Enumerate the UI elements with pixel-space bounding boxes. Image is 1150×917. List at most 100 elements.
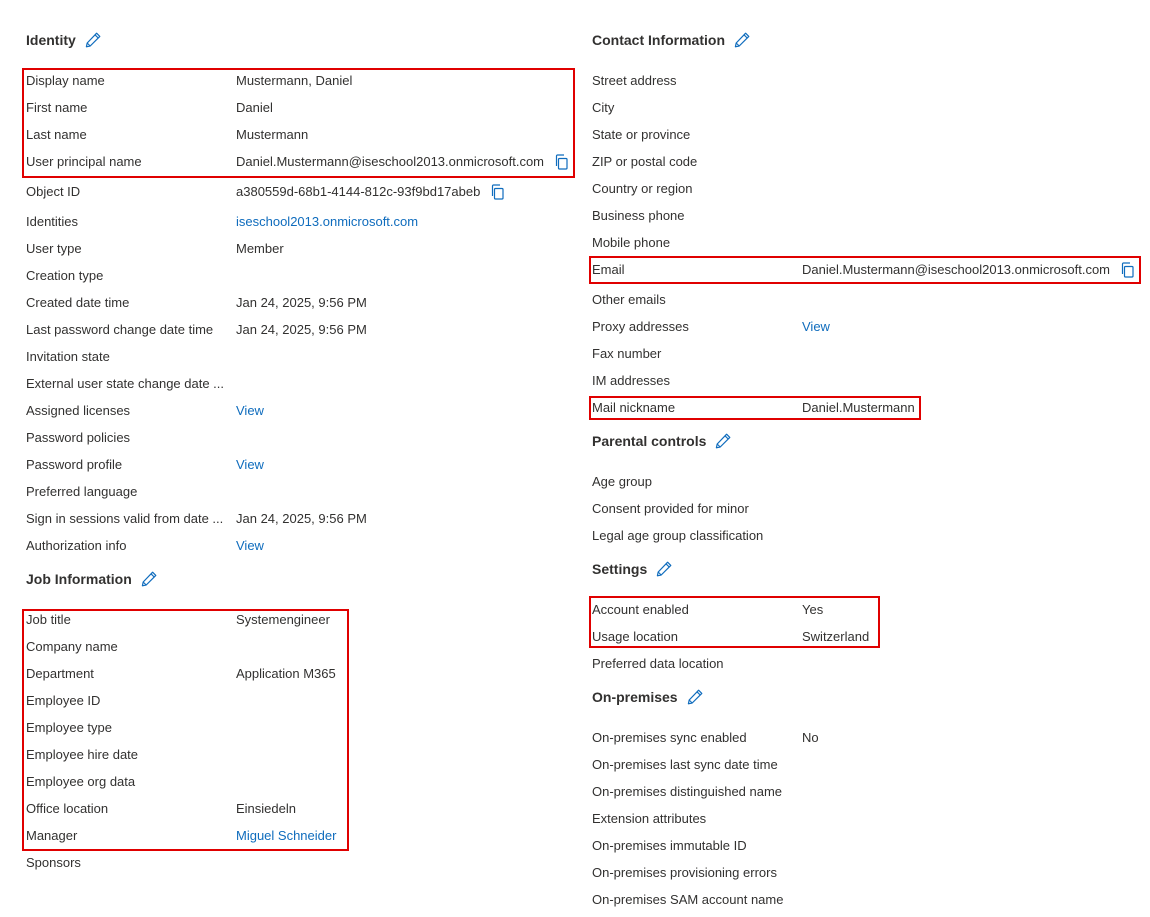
field-label: Last password change date time — [26, 322, 214, 337]
field-label: Usage location — [592, 629, 678, 644]
field-value: Jan 24, 2025, 9:56 PM — [236, 322, 367, 337]
field-label: Age group — [592, 474, 652, 489]
field-label: Preferred language — [26, 484, 138, 499]
parental-section-title: Parental controls — [592, 432, 732, 450]
authorization-info-view-link[interactable]: View — [236, 532, 264, 559]
field-label: Employee ID — [26, 693, 101, 708]
field-label: Country or region — [592, 181, 693, 196]
upn-text: Daniel.Mustermann@iseschool2013.onmicros… — [236, 154, 545, 169]
field-label: Sponsors — [26, 855, 81, 870]
field-label: Identities — [26, 214, 79, 229]
settings-section-title: Settings — [592, 560, 673, 578]
field-value: Application M365 — [236, 666, 336, 681]
field-label: Created date time — [26, 295, 130, 310]
email-text: Daniel.Mustermann@iseschool2013.onmicros… — [802, 262, 1111, 277]
field-label: User type — [26, 241, 82, 256]
field-label: Employee org data — [26, 774, 136, 789]
field-label: IM addresses — [592, 373, 671, 388]
field-value: Daniel — [236, 100, 273, 115]
field-label: Password policies — [26, 430, 131, 445]
field-label: Object ID — [26, 184, 81, 199]
field-value: Mustermann — [236, 127, 309, 142]
parental-title: Parental controls — [592, 433, 707, 449]
copy-upn-copy-icon[interactable] — [554, 154, 568, 170]
field-label: Display name — [26, 73, 105, 88]
field-label: Department — [26, 666, 94, 681]
field-label: Company name — [26, 639, 118, 654]
proxy-addresses-view-link[interactable]: View — [802, 313, 830, 340]
field-label: On-premises immutable ID — [592, 838, 747, 853]
field-label: Sign in sessions valid from date ... — [26, 511, 224, 526]
job-section-title: Job Information — [26, 570, 158, 588]
field-value: Einsiedeln — [236, 801, 296, 816]
manager-link[interactable]: Miguel Schneider — [236, 822, 336, 849]
copy-object-id-copy-icon[interactable] — [490, 184, 504, 200]
settings-title: Settings — [592, 561, 648, 577]
field-value: a380559d-68b1-4144-812c-93f9bd17abeb — [236, 178, 504, 205]
field-label: Employee type — [26, 720, 112, 735]
identities-link[interactable]: iseschool2013.onmicrosoft.com — [236, 208, 418, 235]
field-label: Preferred data location — [592, 656, 724, 671]
field-label: Business phone — [592, 208, 685, 223]
job-title-heading: Job Information — [26, 571, 132, 587]
field-label: Manager — [26, 828, 78, 843]
identity-title: Identity — [26, 32, 76, 48]
field-value: Systemengineer — [236, 612, 330, 627]
field-value: Jan 24, 2025, 9:56 PM — [236, 511, 367, 526]
field-label: Assigned licenses — [26, 403, 131, 418]
object-id-text: a380559d-68b1-4144-812c-93f9bd17abeb — [236, 184, 481, 199]
field-label: City — [592, 100, 615, 115]
field-label: On-premises provisioning errors — [592, 865, 777, 880]
edit-contact-pencil-icon[interactable] — [733, 31, 751, 49]
field-label: Consent provided for minor — [592, 501, 749, 516]
field-label: Email — [592, 262, 625, 277]
field-label: Other emails — [592, 292, 666, 307]
field-label: External user state change date ... — [26, 376, 225, 391]
contact-section-title: Contact Information — [592, 31, 751, 49]
field-value: Mustermann, Daniel — [236, 73, 353, 88]
onprem-title: On-premises — [592, 689, 678, 705]
field-label: Employee hire date — [26, 747, 139, 762]
field-label: Last name — [26, 127, 87, 142]
contact-title: Contact Information — [592, 32, 725, 48]
field-label: Extension attributes — [592, 811, 707, 826]
field-label: Job title — [26, 612, 71, 627]
assigned-licenses-view-link[interactable]: View — [236, 397, 264, 424]
field-label: Invitation state — [26, 349, 110, 364]
field-label: On-premises distinguished name — [592, 784, 783, 799]
field-label: Fax number — [592, 346, 662, 361]
password-profile-view-link[interactable]: View — [236, 451, 264, 478]
field-label: User principal name — [26, 154, 142, 169]
field-label: On-premises sync enabled — [592, 730, 747, 745]
field-label: State or province — [592, 127, 691, 142]
field-value: Jan 24, 2025, 9:56 PM — [236, 295, 367, 310]
edit-job-pencil-icon[interactable] — [140, 570, 158, 588]
field-value: Member — [236, 241, 284, 256]
field-label: Proxy addresses — [592, 319, 689, 334]
edit-onprem-pencil-icon[interactable] — [686, 688, 704, 706]
field-label: Account enabled — [592, 602, 689, 617]
field-label: Authorization info — [26, 538, 127, 553]
field-label: Street address — [592, 73, 677, 88]
field-label: Mobile phone — [592, 235, 671, 250]
field-label: Office location — [26, 801, 109, 816]
field-label: Password profile — [26, 457, 123, 472]
field-label: First name — [26, 100, 88, 115]
copy-email-copy-icon[interactable] — [1120, 262, 1134, 278]
field-label: Creation type — [26, 268, 104, 283]
edit-parental-pencil-icon[interactable] — [714, 432, 732, 450]
field-label: On-premises last sync date time — [592, 757, 778, 772]
field-value: Switzerland — [802, 629, 870, 644]
field-label: ZIP or postal code — [592, 154, 698, 169]
field-value: Daniel.Mustermann@iseschool2013.onmicros… — [802, 256, 1134, 283]
edit-settings-pencil-icon[interactable] — [655, 560, 673, 578]
onprem-section-title: On-premises — [592, 688, 704, 706]
identity-section-title: Identity — [26, 31, 102, 49]
edit-identity-pencil-icon[interactable] — [84, 31, 102, 49]
field-value: Daniel.Mustermann — [802, 400, 915, 415]
field-label: Legal age group classification — [592, 528, 764, 543]
field-value: Daniel.Mustermann@iseschool2013.onmicros… — [236, 148, 568, 175]
field-label: Mail nickname — [592, 400, 676, 415]
field-label: On-premises SAM account name — [592, 892, 784, 907]
field-value: No — [802, 730, 819, 745]
